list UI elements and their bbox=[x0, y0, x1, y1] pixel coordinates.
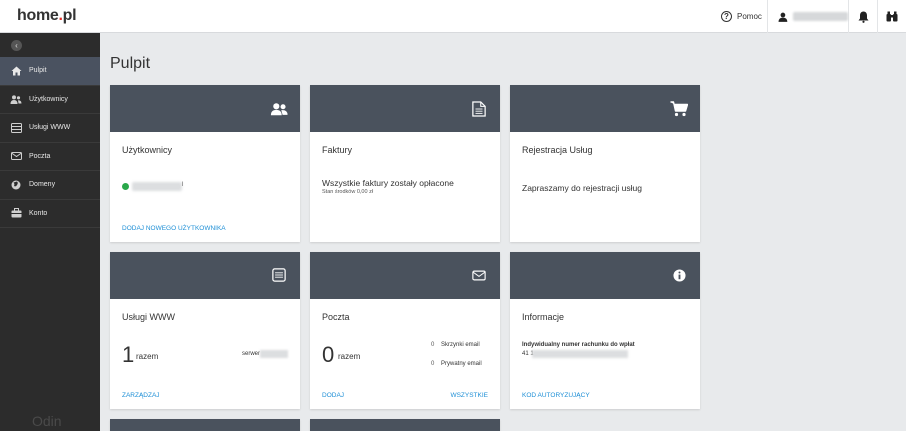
manage-link[interactable]: ZARZĄDZAJ bbox=[122, 392, 160, 399]
users-card: Użytkownicy l DODAJ NOWEGO UŻYTKOWNIKA bbox=[110, 85, 300, 242]
home-icon bbox=[10, 66, 22, 76]
mailbox-label: Skrzynki email bbox=[441, 342, 480, 348]
help-icon: ? bbox=[721, 11, 732, 22]
www-count-label: razem bbox=[136, 352, 159, 361]
user-name-redacted bbox=[792, 12, 848, 21]
card-header bbox=[510, 85, 700, 132]
user-login-suffix: l bbox=[182, 182, 184, 188]
card-title: Użytkownicy bbox=[122, 145, 173, 155]
globe-icon bbox=[10, 180, 22, 190]
mail-icon bbox=[10, 151, 22, 161]
sidebar-item-users[interactable]: Użytkownicy bbox=[0, 86, 100, 114]
card-header bbox=[310, 85, 500, 132]
auth-code-link[interactable]: KOD AUTORYZUJĄCY bbox=[522, 392, 590, 399]
private-mail-label: Prywatny email bbox=[441, 361, 482, 367]
balance-text: Stan środków 0,00 zł bbox=[322, 189, 374, 195]
bell-icon bbox=[858, 11, 868, 23]
sidebar-item-domains[interactable]: Domeny bbox=[0, 171, 100, 200]
top-bar: home.pl ? Pomoc bbox=[0, 0, 906, 33]
briefcase-icon bbox=[10, 208, 22, 218]
logo[interactable]: home.pl bbox=[17, 7, 77, 25]
sidebar-item-label: Domeny bbox=[29, 181, 56, 189]
sidebar-nav: Pulpit Użytkownicy Usługi WWW Poczta Dom… bbox=[0, 57, 100, 228]
mail-count: 0 bbox=[322, 342, 335, 367]
server-icon bbox=[10, 122, 22, 133]
partial-card bbox=[110, 419, 300, 431]
sidebar-footer-brand: Odin bbox=[32, 413, 62, 429]
user-menu-button[interactable] bbox=[768, 0, 849, 33]
check-icon bbox=[122, 183, 129, 190]
account-label: Indywidualny numer rachunku do wpłat bbox=[522, 342, 635, 348]
info-icon bbox=[673, 269, 686, 282]
sidebar: ‹ Pulpit Użytkownicy Usługi WWW Poczta D… bbox=[0, 33, 100, 431]
binoculars-icon bbox=[886, 11, 898, 22]
card-title: Rejestracja Usług bbox=[522, 145, 593, 155]
collapse-sidebar-button[interactable]: ‹ bbox=[11, 40, 22, 51]
sidebar-item-label: Pulpit bbox=[29, 67, 47, 75]
add-user-link[interactable]: DODAJ NOWEGO UŻYTKOWNIKA bbox=[122, 225, 226, 232]
sidebar-item-label: Usługi WWW bbox=[29, 124, 71, 132]
card-header bbox=[310, 419, 500, 431]
card-header bbox=[110, 252, 300, 299]
card-title: Faktury bbox=[322, 145, 353, 155]
info-card: Informacje Indywidualny numer rachunku d… bbox=[510, 252, 700, 409]
card-header bbox=[310, 252, 500, 299]
user-icon bbox=[778, 12, 788, 22]
server-icon bbox=[272, 268, 286, 282]
help-label: Pomoc bbox=[737, 12, 762, 21]
www-count: 1 bbox=[122, 342, 135, 367]
private-mail-count: 0 bbox=[431, 361, 435, 367]
binoculars-button[interactable] bbox=[878, 0, 906, 33]
mail-count-label: razem bbox=[338, 352, 361, 361]
card-header bbox=[510, 252, 700, 299]
registration-card: Rejestracja Usług Zapraszamy do rejestra… bbox=[510, 85, 700, 242]
help-button[interactable]: ? Pomoc bbox=[710, 0, 768, 33]
server-label: serwer bbox=[241, 351, 260, 357]
server-name-redacted bbox=[260, 350, 288, 358]
invoices-card: Faktury Wszystkie faktury zostały opłaco… bbox=[310, 85, 500, 242]
all-mail-link[interactable]: WSZYSTKIE bbox=[450, 392, 488, 399]
invoices-status: Wszystkie faktury zostały opłacone bbox=[322, 178, 454, 188]
mailbox-count: 0 bbox=[431, 342, 435, 348]
card-title: Informacje bbox=[522, 312, 565, 322]
sidebar-item-label: Konto bbox=[29, 209, 48, 217]
partial-card bbox=[310, 419, 500, 431]
sidebar-item-mail[interactable]: Poczta bbox=[0, 143, 100, 171]
users-icon bbox=[10, 94, 22, 104]
mail-icon bbox=[472, 270, 486, 281]
card-header bbox=[110, 419, 300, 431]
www-services-card: Usługi WWW 1 razem serwer ZARZĄDZAJ bbox=[110, 252, 300, 409]
sidebar-item-account[interactable]: Konto bbox=[0, 200, 100, 228]
cart-icon bbox=[670, 101, 688, 117]
users-icon bbox=[270, 103, 288, 116]
sidebar-item-www[interactable]: Usługi WWW bbox=[0, 114, 100, 143]
sidebar-item-label: Użytkownicy bbox=[29, 95, 68, 103]
card-header bbox=[110, 85, 300, 132]
notifications-button[interactable] bbox=[849, 0, 878, 33]
registration-message: Zapraszamy do rejestracji usług bbox=[522, 183, 642, 193]
card-title: Poczta bbox=[322, 312, 350, 322]
chevron-left-icon: ‹ bbox=[15, 41, 18, 50]
sidebar-item-label: Poczta bbox=[29, 152, 51, 160]
user-login-redacted bbox=[132, 182, 182, 191]
sidebar-item-pulpit[interactable]: Pulpit bbox=[0, 57, 100, 86]
document-icon bbox=[472, 101, 486, 117]
account-number-redacted bbox=[532, 350, 628, 358]
card-title: Usługi WWW bbox=[122, 312, 175, 322]
add-mail-link[interactable]: DODAJ bbox=[322, 392, 344, 399]
mail-card: Poczta 0 razem 0 Skrzynki email 0 Prywat… bbox=[310, 252, 500, 409]
page-title: Pulpit bbox=[110, 55, 151, 72]
